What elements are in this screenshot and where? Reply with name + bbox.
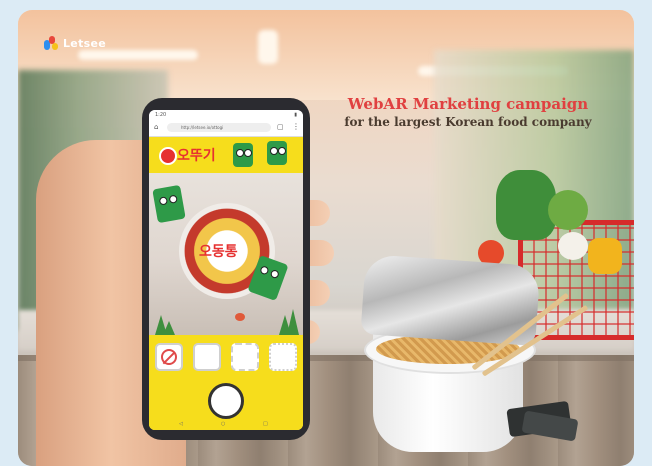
back-nav-icon[interactable]: ◁: [179, 421, 183, 427]
vegetable: [548, 190, 588, 230]
status-time: 1:20: [155, 112, 167, 118]
no-filter-icon: [161, 349, 177, 365]
battery-icon: ▮: [294, 112, 297, 118]
smartphone: 1:20 ▮ ⌂ http://letsee.io/ottogi ▢ ⋮ 오뚜기: [142, 98, 310, 440]
pepper: [588, 238, 622, 274]
crab-icon: [235, 313, 245, 321]
brand-logo-circle: [159, 147, 177, 165]
ceiling-light: [258, 30, 278, 64]
ar-camera-view[interactable]: 오동통: [149, 173, 303, 335]
browser-url-bar[interactable]: ⌂ http://letsee.io/ottogi ▢ ⋮: [149, 120, 303, 137]
ar-app-header: 오뚜기: [149, 137, 303, 173]
shutter-button-icon[interactable]: [208, 383, 244, 419]
tabs-icon[interactable]: ▢: [277, 123, 284, 131]
app-brand-name: 오뚜기: [177, 148, 216, 164]
ceiling-light: [78, 50, 198, 60]
mascot-seaweed-icon: [233, 143, 253, 167]
letsee-logo: Letsee: [44, 36, 106, 50]
headline: WebAR Marketing campaign for the largest…: [318, 95, 618, 129]
status-bar: 1:20 ▮: [149, 110, 303, 120]
android-nav-bar: ◁ ○ □: [149, 420, 303, 430]
filter-option[interactable]: [269, 343, 297, 371]
filter-option[interactable]: [231, 343, 259, 371]
mascot-seaweed-icon: [267, 141, 287, 165]
menu-dots-icon[interactable]: ⋮: [292, 122, 300, 131]
grass-decoration: [287, 309, 299, 335]
headline-subtitle: for the largest Korean food company: [344, 115, 592, 129]
garlic: [558, 232, 588, 260]
cup-lid-text: 오동통: [199, 244, 238, 260]
home-icon[interactable]: ⌂: [154, 123, 158, 131]
logo-text: Letsee: [63, 36, 106, 50]
url-field[interactable]: http://letsee.io/ottogi: [167, 123, 271, 132]
home-nav-icon[interactable]: ○: [221, 421, 225, 427]
page-frame: Letsee WebAR Marketing campaign for the …: [0, 0, 652, 466]
phone-screen: 1:20 ▮ ⌂ http://letsee.io/ottogi ▢ ⋮ 오뚜기: [149, 110, 303, 430]
filter-option[interactable]: [193, 343, 221, 371]
grass-decoration: [163, 321, 175, 335]
recent-nav-icon[interactable]: □: [263, 421, 268, 427]
campaign-banner: Letsee WebAR Marketing campaign for the …: [18, 10, 634, 466]
vegetable: [496, 170, 556, 240]
headline-title: WebAR Marketing campaign: [347, 95, 589, 113]
filter-panel: [149, 335, 303, 430]
mascot-seaweed-icon: [152, 184, 186, 224]
letsee-logo-icon: [44, 36, 58, 50]
no-filter-button[interactable]: [155, 343, 183, 371]
